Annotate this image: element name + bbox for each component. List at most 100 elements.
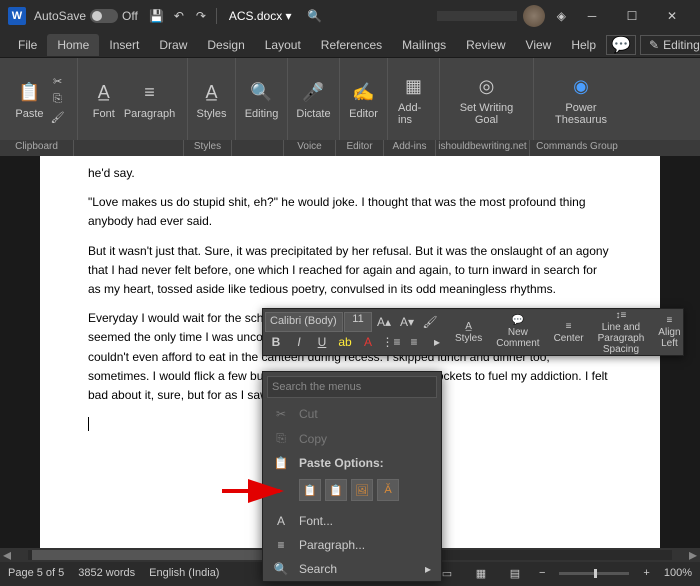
undo-icon[interactable]: ↶ <box>168 5 190 27</box>
thesaurus-button[interactable]: ◉Power Thesaurus <box>542 70 620 128</box>
tab-references[interactable]: References <box>311 34 392 56</box>
save-icon[interactable]: 💾 <box>146 5 168 27</box>
paragraph-group-button[interactable]: ≡Paragraph <box>122 76 177 122</box>
tab-draw[interactable]: Draw <box>149 34 197 56</box>
tab-help[interactable]: Help <box>561 34 606 56</box>
bullets-icon[interactable]: ⋮≡ <box>380 332 402 352</box>
line-spacing-button[interactable]: ↕≡Line and Paragraph Spacing <box>592 308 651 357</box>
copy-icon[interactable]: ⎘ <box>48 91 68 107</box>
tab-layout[interactable]: Layout <box>255 34 311 56</box>
thesaurus-icon: ◉ <box>567 72 595 100</box>
scrollbar-thumb[interactable] <box>32 550 272 560</box>
zoom-level[interactable]: 100% <box>664 567 692 579</box>
paste-button[interactable]: 📋Paste <box>13 76 45 122</box>
title-bar: W AutoSave Off 💾 ↶ ↷ ACS.docx ▾ 🔍 ◈ ─ ☐ … <box>0 0 700 32</box>
menu-paragraph[interactable]: ≡Paragraph... <box>263 533 441 557</box>
editing-group-button[interactable]: 🔍Editing <box>243 76 281 122</box>
shrink-font-icon[interactable]: A▾ <box>396 312 418 332</box>
premium-icon[interactable]: ◈ <box>557 9 566 23</box>
editing-mode-button[interactable]: ✎ Editing ▾ <box>640 35 700 55</box>
font-color-icon[interactable]: A <box>357 332 379 352</box>
page-indicator[interactable]: Page 5 of 5 <box>8 567 64 579</box>
language-indicator[interactable]: English (India) <box>149 567 219 579</box>
zoom-slider[interactable] <box>559 572 629 575</box>
font-size-select[interactable]: 11 <box>344 312 372 332</box>
text-cursor <box>88 417 89 431</box>
web-layout-icon[interactable]: ▤ <box>505 565 525 581</box>
highlight-icon[interactable]: ab <box>334 332 356 352</box>
format-painter-icon[interactable]: 🖌 <box>48 109 68 125</box>
align-left-icon: ≡ <box>667 315 673 326</box>
copy-icon: ⎘ <box>273 431 289 446</box>
tab-mailings[interactable]: Mailings <box>392 34 456 56</box>
italic-icon[interactable]: I <box>288 332 310 352</box>
font-group-button[interactable]: A̲Font <box>88 76 120 122</box>
account-placeholder <box>437 11 517 21</box>
cut-icon[interactable]: ✂ <box>48 73 68 89</box>
tab-design[interactable]: Design <box>197 34 254 56</box>
center-button[interactable]: ≡Center <box>548 319 590 346</box>
scissors-icon: ✂ <box>273 407 289 421</box>
grow-font-icon[interactable]: A▴ <box>373 312 395 332</box>
editor-button[interactable]: ✍Editor <box>347 76 380 122</box>
format-painter-icon[interactable]: 🖌 <box>419 312 441 332</box>
search-icon[interactable]: 🔍 <box>304 5 326 27</box>
autosave-label: AutoSave <box>34 9 86 23</box>
tab-review[interactable]: Review <box>456 34 515 56</box>
ribbon-group-labels: Clipboard Styles Voice Editor Add-ins is… <box>0 140 700 156</box>
word-app-icon: W <box>8 7 26 25</box>
dictate-button[interactable]: 🎤Dictate <box>294 76 332 122</box>
numbering-icon[interactable]: ≡ <box>403 332 425 352</box>
paste-picture-button[interactable]: 🖼 <box>351 479 373 501</box>
maximize-button[interactable]: ☐ <box>612 0 652 32</box>
paragraph-icon: ≡ <box>136 78 164 106</box>
styles-quick-button[interactable]: A̲Styles <box>449 319 488 346</box>
context-menu: Search the menus ✂Cut ⎘Copy 📋Paste Optio… <box>262 371 442 582</box>
align-left-button[interactable]: ≡Align Left <box>652 313 686 351</box>
font-icon: A <box>273 514 289 528</box>
editor-icon: ✍ <box>350 78 378 106</box>
search-icon: 🔍 <box>273 562 289 576</box>
minimize-button[interactable]: ─ <box>572 0 612 32</box>
print-layout-icon[interactable]: ▦ <box>471 565 491 581</box>
paste-merge-button[interactable]: 📋 <box>325 479 347 501</box>
menu-search[interactable]: 🔍Search▸ <box>263 557 441 581</box>
paragraph[interactable]: "Love makes us do stupid shit, eh?" he w… <box>88 193 612 231</box>
tab-home[interactable]: Home <box>47 34 99 56</box>
comments-button[interactable]: 💬 <box>606 35 636 55</box>
underline-icon[interactable]: U <box>311 332 333 352</box>
menu-search-input[interactable]: Search the menus <box>267 376 437 398</box>
addins-button[interactable]: ▦Add-ins <box>396 70 431 128</box>
toggle-switch-icon[interactable] <box>90 9 118 23</box>
paragraph-icon: ≡ <box>273 538 289 552</box>
zoom-plus[interactable]: + <box>643 567 649 579</box>
indent-icon[interactable]: ▸ <box>426 332 448 352</box>
user-avatar[interactable] <box>523 5 545 27</box>
styles-icon: A̲ <box>465 321 472 332</box>
bold-icon[interactable]: B <box>265 332 287 352</box>
comment-icon: 💬 <box>512 315 524 326</box>
word-count[interactable]: 3852 words <box>78 567 135 579</box>
addins-icon: ▦ <box>400 72 428 100</box>
paste-text-only-button[interactable]: Ă <box>377 479 399 501</box>
new-comment-button[interactable]: 💬New Comment <box>490 313 545 351</box>
styles-button[interactable]: A̲Styles <box>195 76 229 122</box>
zoom-minus[interactable]: − <box>539 567 545 579</box>
paste-keep-source-button[interactable]: 📋 <box>299 479 321 501</box>
paragraph[interactable]: But it wasn't just that. Sure, it was pr… <box>88 242 612 300</box>
document-name[interactable]: ACS.docx ▾ <box>229 9 292 23</box>
ribbon-tabs: File Home Insert Draw Design Layout Refe… <box>0 32 700 58</box>
redo-icon[interactable]: ↷ <box>190 5 212 27</box>
mini-toolbar: Calibri (Body) 11 A▴ A▾ 🖌 B I U ab A ⋮≡ … <box>262 308 684 356</box>
autosave-toggle[interactable]: AutoSave Off <box>34 9 138 23</box>
paragraph[interactable]: he'd say. <box>88 164 612 183</box>
clipboard-icon: 📋 <box>273 456 289 470</box>
close-button[interactable]: ✕ <box>652 0 692 32</box>
tab-file[interactable]: File <box>8 34 47 56</box>
font-family-select[interactable]: Calibri (Body) <box>265 312 343 332</box>
paste-options-header: 📋Paste Options: <box>263 451 441 475</box>
tab-view[interactable]: View <box>516 34 562 56</box>
menu-font[interactable]: AFont... <box>263 509 441 533</box>
tab-insert[interactable]: Insert <box>99 34 149 56</box>
writing-goal-button[interactable]: ◎Set Writing Goal <box>448 70 525 128</box>
